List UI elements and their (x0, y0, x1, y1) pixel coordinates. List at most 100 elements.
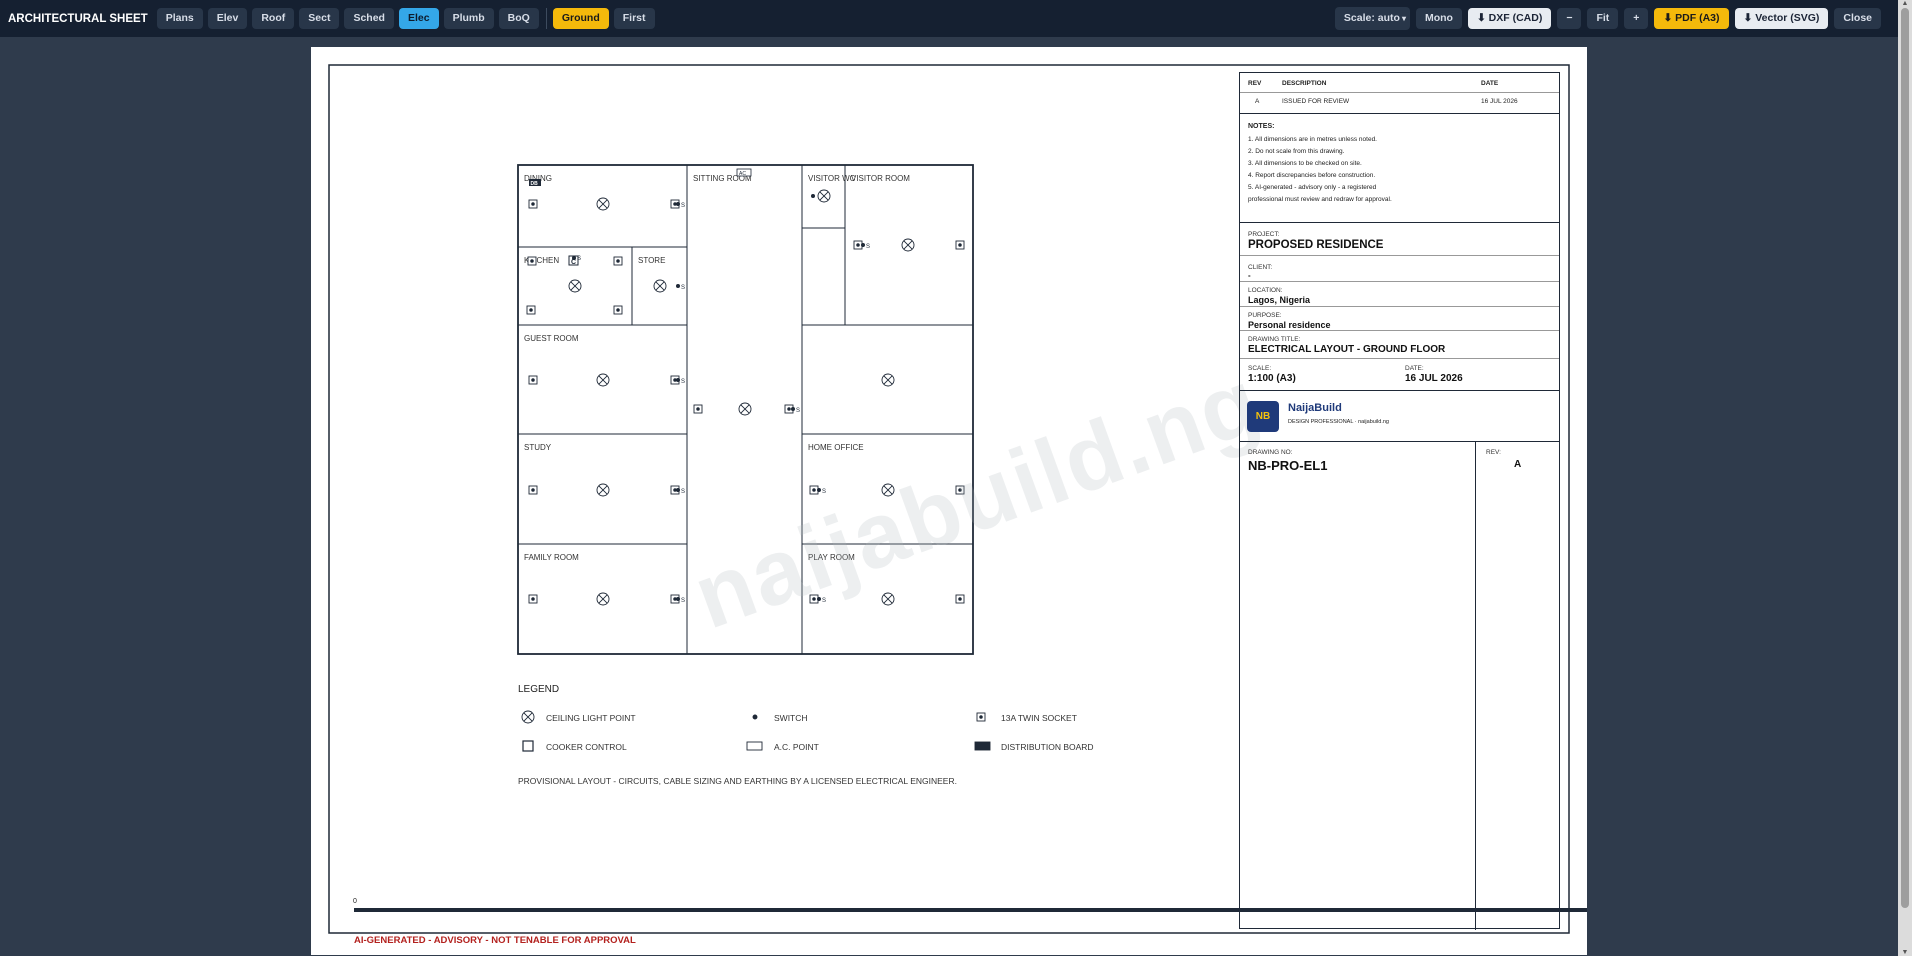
note-line: 3. All dimensions to be checked on site. (1248, 160, 1362, 167)
date-header: DATE (1481, 80, 1499, 87)
tab-roof[interactable]: Roof (252, 8, 295, 29)
close-button[interactable]: Close (1834, 8, 1881, 29)
twin-socket-icon (809, 485, 819, 495)
client-value: - (1248, 271, 1251, 280)
room-label-home-office: HOME OFFICE (808, 443, 864, 452)
ac-point-icon (746, 741, 763, 751)
scale-select-value: Scale: auto (1343, 12, 1400, 24)
ceiling-light-icon (596, 592, 610, 606)
switch-icon (811, 194, 815, 198)
top-toolbar: ARCHITECTURAL SHEET Plans Elev Roof Sect… (0, 0, 1912, 37)
twin-socket-icon (527, 256, 537, 266)
tab-plans[interactable]: Plans (156, 8, 203, 29)
fit-button[interactable]: Fit (1587, 8, 1619, 29)
room-label-visitor-wc: VISITOR WC (808, 174, 856, 183)
scale-label: SCALE: (1248, 365, 1272, 372)
switch-letter: S (577, 256, 581, 262)
tab-elec[interactable]: Elec (398, 8, 439, 29)
tab-sect[interactable]: Sect (299, 8, 340, 29)
divider (1240, 441, 1559, 442)
scrollbar-thumb[interactable] (1901, 8, 1909, 908)
room-labels: DINING SITTING ROOM VISITOR WC VISITOR R… (524, 174, 910, 562)
pdf-download-button[interactable]: ⬇ PDF (A3) (1654, 8, 1729, 29)
divider (1240, 281, 1559, 282)
vertical-scrollbar[interactable]: ▲ ▼ (1898, 0, 1912, 956)
zoom-in-button[interactable]: + (1624, 8, 1649, 29)
divider (1240, 92, 1559, 93)
floor-ground-button[interactable]: Ground (552, 8, 609, 29)
switch-letter: S (822, 489, 826, 495)
naijabuild-logo: NB (1247, 401, 1279, 432)
divider (1240, 255, 1559, 256)
ceiling-light-icon (596, 483, 610, 497)
ceiling-light-icon (521, 710, 535, 724)
date-value: 16 JUL 2026 (1405, 373, 1463, 384)
twin-socket-icon (976, 712, 986, 722)
tab-boq[interactable]: BoQ (498, 8, 539, 29)
ceiling-light-icon (881, 373, 895, 387)
app-title: ARCHITECTURAL SHEET (8, 12, 148, 25)
twin-socket-icon (955, 594, 965, 604)
tab-sched[interactable]: Sched (344, 8, 394, 29)
scale-select[interactable]: Scale: auto ▾ (1334, 7, 1410, 30)
legend-item-ac: A.C. POINT (774, 742, 819, 752)
footer-warning: AI-GENERATED - ADVISORY - NOT TENABLE FO… (354, 935, 636, 946)
drawing-sheet: 0 DINING SITTING ROOM VISITOR WC VISITOR… (311, 47, 1587, 955)
switch-icon (752, 714, 758, 720)
twin-socket-icon (526, 305, 536, 315)
ceiling-light-icon (568, 279, 582, 293)
twin-socket-icon (613, 305, 623, 315)
scroll-up-icon[interactable]: ▲ (1898, 0, 1912, 7)
twin-socket-icon (693, 404, 703, 414)
ceiling-light-icon (881, 592, 895, 606)
drawing-no-label: DRAWING NO: (1248, 449, 1293, 456)
dxf-download-button[interactable]: ⬇ DXF (CAD) (1467, 8, 1552, 29)
note-line: professional must review and redraw for … (1248, 196, 1392, 203)
mono-button[interactable]: Mono (1415, 8, 1462, 29)
cooker-control-icon (522, 740, 534, 752)
twin-socket-icon (955, 240, 965, 250)
purpose-label: PURPOSE: (1248, 312, 1282, 319)
tab-plumb[interactable]: Plumb (443, 8, 494, 29)
floor-first-button[interactable]: First (613, 8, 655, 29)
room-label-study: STUDY (524, 443, 552, 452)
rev-header: REV (1248, 80, 1262, 87)
switch-letter: S (681, 598, 685, 604)
ceiling-light-icon (653, 279, 667, 293)
electrical-symbols: DB AC C S S S S S S S S S S (526, 168, 965, 606)
chevron-down-icon: ▾ (1401, 14, 1406, 23)
switch-letter: S (866, 244, 870, 250)
zoom-out-button[interactable]: − (1557, 8, 1582, 29)
scale-value: 1:100 (A3) (1248, 373, 1296, 384)
divider (1240, 390, 1559, 391)
divider (1240, 306, 1559, 307)
divider (1240, 222, 1559, 223)
twin-socket-icon (955, 485, 965, 495)
project-value: PROPOSED RESIDENCE (1248, 239, 1384, 251)
note-line: 4. Report discrepancies before construct… (1248, 172, 1376, 179)
svg-download-button[interactable]: ⬇ Vector (SVG) (1734, 8, 1829, 29)
client-label: CLIENT: (1248, 264, 1273, 271)
room-label-guest-room: GUEST ROOM (524, 334, 579, 343)
legend-item-ceiling-light: CEILING LIGHT POINT (546, 713, 636, 723)
twin-socket-icon (853, 240, 863, 250)
legend-note: PROVISIONAL LAYOUT - CIRCUITS, CABLE SIZ… (518, 776, 957, 786)
switch-letter: S (681, 489, 685, 495)
rev-value: A (1514, 459, 1522, 470)
twin-socket-icon (528, 199, 538, 209)
rev-label: REV: (1486, 449, 1501, 456)
divider (1240, 330, 1559, 331)
location-value: Lagos, Nigeria (1248, 295, 1311, 305)
tab-elev[interactable]: Elev (207, 8, 248, 29)
switch-letter: S (681, 379, 685, 385)
ceiling-light-icon (817, 189, 831, 203)
note-line: 5. AI-generated - advisory only - a regi… (1248, 184, 1377, 191)
notes-title: NOTES: (1248, 123, 1275, 130)
room-label-visitor-room: VISITOR ROOM (851, 174, 910, 183)
room-label-family-room: FAMILY ROOM (524, 553, 579, 562)
twin-socket-icon (528, 375, 538, 385)
scroll-down-icon[interactable]: ▼ (1898, 949, 1912, 956)
switch-icon: S (676, 284, 685, 291)
project-label: PROJECT: (1248, 231, 1280, 238)
note-line: 1. All dimensions are in metres unless n… (1248, 136, 1377, 143)
